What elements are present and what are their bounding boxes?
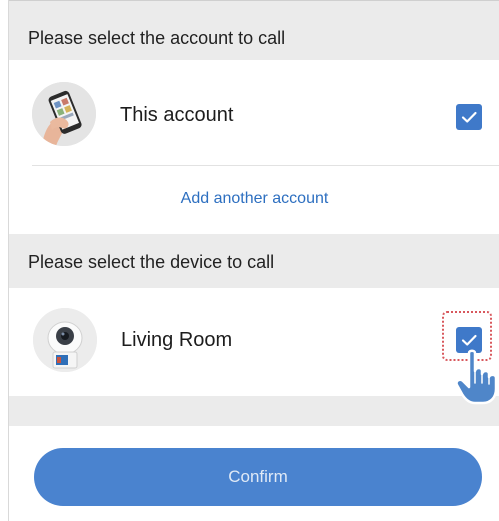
row-divider: [32, 165, 499, 166]
tap-hand-icon: [455, 349, 498, 405]
phone-in-hand-icon: [32, 82, 96, 146]
account-label: This account: [120, 104, 234, 126]
call-selection-screen: Please select the account to call This a…: [8, 0, 499, 521]
account-checkbox[interactable]: [456, 104, 482, 130]
section-spacer: [9, 396, 499, 426]
checkmark-icon: [461, 111, 477, 123]
account-section-header: Please select the account to call: [9, 0, 499, 60]
add-another-account-link[interactable]: Add another account: [9, 190, 499, 208]
confirm-button[interactable]: Confirm: [34, 448, 482, 506]
device-section-header: Please select the device to call: [9, 234, 499, 288]
account-row-this-account[interactable]: This account: [9, 60, 499, 168]
camera-device-icon: [33, 308, 97, 372]
device-row-living-room[interactable]: Living Room: [9, 288, 499, 396]
device-label: Living Room: [121, 329, 233, 351]
